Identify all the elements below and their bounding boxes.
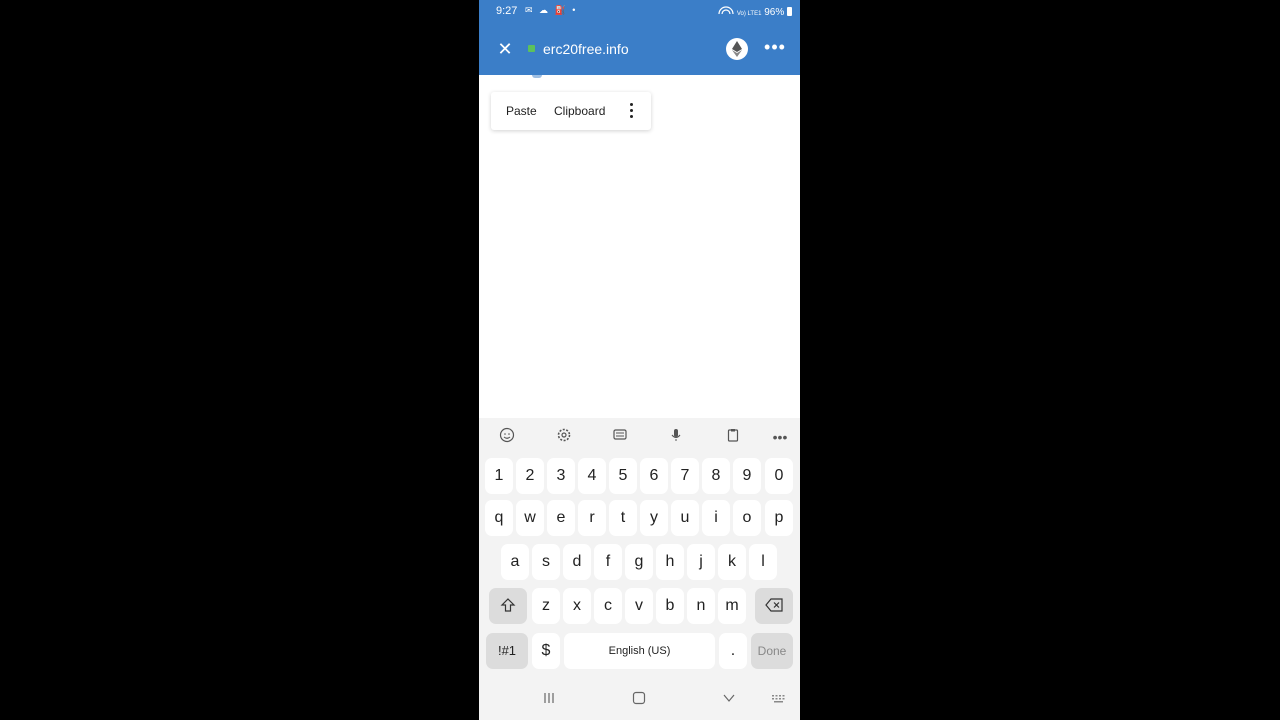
- status-time: 9:27: [496, 5, 518, 17]
- key-w[interactable]: w: [516, 500, 544, 536]
- key-1[interactable]: 1: [485, 458, 513, 494]
- key-d[interactable]: d: [563, 544, 591, 580]
- key-7[interactable]: 7: [671, 458, 699, 494]
- shift-icon: [500, 597, 516, 614]
- signal-icon: [718, 6, 737, 18]
- key-v[interactable]: v: [625, 588, 653, 624]
- notification-icons: ✉ ☁ ⛽ •: [525, 5, 578, 15]
- key-c[interactable]: c: [594, 588, 622, 624]
- key-m[interactable]: m: [718, 588, 746, 624]
- battery-percent: 96%: [764, 7, 785, 18]
- status-right: Vo) LTE1 96%: [718, 5, 792, 18]
- key-s[interactable]: s: [532, 544, 560, 580]
- key-e[interactable]: e: [547, 500, 575, 536]
- keyboard-icon[interactable]: [767, 690, 791, 710]
- key-4[interactable]: 4: [578, 458, 606, 494]
- context-menu: Paste Clipboard: [491, 92, 651, 130]
- more-horizontal-icon[interactable]: •••: [770, 427, 790, 447]
- key-2[interactable]: 2: [516, 458, 544, 494]
- shift-key[interactable]: [489, 588, 527, 624]
- key-z[interactable]: z: [532, 588, 560, 624]
- space-bar[interactable]: English (US): [564, 633, 715, 669]
- key-0[interactable]: 0: [765, 458, 793, 494]
- symbols-key[interactable]: !#1: [486, 633, 528, 669]
- key-u[interactable]: u: [671, 500, 699, 536]
- keyboard-toolbar: •••: [479, 418, 800, 456]
- microphone-icon[interactable]: [666, 427, 686, 447]
- web-content: Paste Clipboard: [479, 75, 800, 418]
- lock-icon: [528, 45, 535, 52]
- key-h[interactable]: h: [656, 544, 684, 580]
- browser-toolbar: ✕ erc20free.info •••: [479, 24, 800, 75]
- back-icon[interactable]: [717, 690, 741, 710]
- more-vertical-icon[interactable]: [625, 100, 637, 122]
- key-k[interactable]: k: [718, 544, 746, 580]
- settings-icon[interactable]: [554, 427, 574, 447]
- key-b[interactable]: b: [656, 588, 684, 624]
- key-f[interactable]: f: [594, 544, 622, 580]
- key-p[interactable]: p: [765, 500, 793, 536]
- key-o[interactable]: o: [733, 500, 761, 536]
- system-nav-bar: [479, 680, 800, 720]
- done-key[interactable]: Done: [751, 633, 793, 669]
- key-8[interactable]: 8: [702, 458, 730, 494]
- key-x[interactable]: x: [563, 588, 591, 624]
- key-r[interactable]: r: [578, 500, 606, 536]
- key-n[interactable]: n: [687, 588, 715, 624]
- backspace-icon: [765, 597, 783, 614]
- url-text[interactable]: erc20free.info: [543, 41, 629, 57]
- key-l[interactable]: l: [749, 544, 777, 580]
- battery-icon: [787, 7, 792, 16]
- key-5[interactable]: 5: [609, 458, 637, 494]
- clipboard-button[interactable]: Clipboard: [554, 104, 605, 118]
- network-label: Vo) LTE1: [736, 11, 762, 17]
- text-edit-icon[interactable]: [610, 427, 630, 447]
- paste-button[interactable]: Paste: [506, 104, 537, 118]
- home-icon[interactable]: [627, 690, 651, 710]
- phone-screen: 9:27 ✉ ☁ ⛽ • Vo) LTE1 96% ✕ erc20free.in…: [479, 0, 800, 720]
- status-bar: 9:27 ✉ ☁ ⛽ • Vo) LTE1 96%: [479, 0, 800, 24]
- close-icon[interactable]: ✕: [495, 39, 515, 59]
- ethereum-icon[interactable]: [726, 38, 748, 60]
- key-9[interactable]: 9: [733, 458, 761, 494]
- clipboard-icon[interactable]: [723, 427, 743, 447]
- key-g[interactable]: g: [625, 544, 653, 580]
- key-i[interactable]: i: [702, 500, 730, 536]
- key-3[interactable]: 3: [547, 458, 575, 494]
- key-q[interactable]: q: [485, 500, 513, 536]
- key-j[interactable]: j: [687, 544, 715, 580]
- key-6[interactable]: 6: [640, 458, 668, 494]
- more-horizontal-icon[interactable]: •••: [763, 38, 787, 60]
- key-a[interactable]: a: [501, 544, 529, 580]
- dollar-key[interactable]: $: [532, 633, 560, 669]
- key-t[interactable]: t: [609, 500, 637, 536]
- selection-handle[interactable]: [532, 75, 542, 78]
- on-screen-keyboard: ••• 1 2 3 4 5 6 7 8 9 0 q w e r t y u i …: [479, 418, 800, 720]
- emoji-icon[interactable]: [497, 427, 517, 447]
- period-key[interactable]: .: [719, 633, 747, 669]
- recent-apps-icon[interactable]: [537, 690, 561, 710]
- key-y[interactable]: y: [640, 500, 668, 536]
- backspace-key[interactable]: [755, 588, 793, 624]
